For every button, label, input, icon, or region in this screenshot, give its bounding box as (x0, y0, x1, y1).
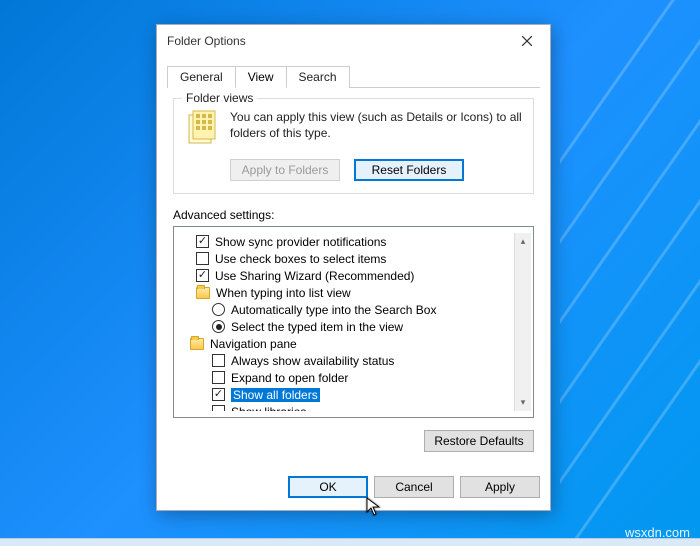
radio-icon[interactable] (212, 320, 225, 333)
tree-item-label: When typing into list view (216, 286, 351, 300)
tree-item-label: Automatically type into the Search Box (231, 303, 436, 317)
tab-general[interactable]: General (167, 66, 236, 88)
tree-item[interactable]: Use check boxes to select items (180, 250, 514, 267)
tab-view[interactable]: View (235, 66, 287, 88)
folder-options-dialog: Folder Options General View Search Folde… (156, 24, 551, 511)
advanced-settings-tree: Show sync provider notifications Use che… (173, 226, 534, 418)
tree-item-selected[interactable]: Show all folders (180, 386, 514, 403)
titlebar: Folder Options (157, 25, 550, 57)
tab-strip: General View Search (167, 65, 540, 88)
tree-item-label: Show all folders (231, 388, 320, 402)
ok-button[interactable]: OK (288, 476, 368, 498)
folder-icon (190, 338, 204, 350)
tree-item-label: Use Sharing Wizard (Recommended) (215, 269, 414, 283)
desktop-decoration (560, 0, 700, 546)
tree-item[interactable]: Expand to open folder (180, 369, 514, 386)
tree-item-label: Show sync provider notifications (215, 235, 386, 249)
dialog-button-row: OK Cancel Apply (157, 466, 550, 510)
taskbar (0, 538, 700, 546)
advanced-settings-label: Advanced settings: (173, 208, 534, 222)
checkbox-icon[interactable] (196, 235, 209, 248)
scroll-up-icon[interactable]: ▴ (515, 233, 531, 250)
tree-item-label: Always show availability status (231, 354, 394, 368)
restore-defaults-button[interactable]: Restore Defaults (424, 430, 534, 452)
tab-search[interactable]: Search (286, 66, 350, 88)
apply-button[interactable]: Apply (460, 476, 540, 498)
reset-folders-button[interactable]: Reset Folders (354, 159, 464, 181)
radio-icon[interactable] (212, 303, 225, 316)
tree-item-label: Navigation pane (210, 337, 297, 351)
folder-views-group: Folder views You can apply this view (su… (173, 98, 534, 194)
tree-item[interactable]: When typing into list view (180, 284, 514, 301)
folder-icon (196, 287, 210, 299)
tree-item[interactable]: Select the typed item in the view (180, 318, 514, 335)
checkbox-icon[interactable] (212, 388, 225, 401)
tree-item[interactable]: Navigation pane (180, 335, 514, 352)
folder-views-legend: Folder views (182, 91, 257, 105)
tree-item-label: Use check boxes to select items (215, 252, 386, 266)
close-button[interactable] (504, 25, 550, 57)
cancel-button[interactable]: Cancel (374, 476, 454, 498)
checkbox-icon[interactable] (212, 405, 225, 411)
checkbox-icon[interactable] (196, 269, 209, 282)
folder-views-icon (184, 109, 220, 149)
watermark: wsxdn.com (625, 525, 690, 540)
tree-item[interactable]: Always show availability status (180, 352, 514, 369)
apply-to-folders-button: Apply to Folders (230, 159, 340, 181)
window-title: Folder Options (167, 34, 246, 48)
tree-item[interactable]: Use Sharing Wizard (Recommended) (180, 267, 514, 284)
tree-item[interactable]: Show libraries (180, 403, 514, 411)
folder-views-description: You can apply this view (such as Details… (230, 109, 523, 149)
tree-item-label: Expand to open folder (231, 371, 348, 385)
scrollbar[interactable]: ▴ ▾ (514, 233, 531, 411)
scroll-down-icon[interactable]: ▾ (515, 394, 531, 411)
checkbox-icon[interactable] (212, 354, 225, 367)
checkbox-icon[interactable] (212, 371, 225, 384)
tree-item[interactable]: Show sync provider notifications (180, 233, 514, 250)
checkbox-icon[interactable] (196, 252, 209, 265)
tree-item-label: Select the typed item in the view (231, 320, 403, 334)
tree-item-label: Show libraries (231, 405, 306, 412)
tree-item[interactable]: Automatically type into the Search Box (180, 301, 514, 318)
